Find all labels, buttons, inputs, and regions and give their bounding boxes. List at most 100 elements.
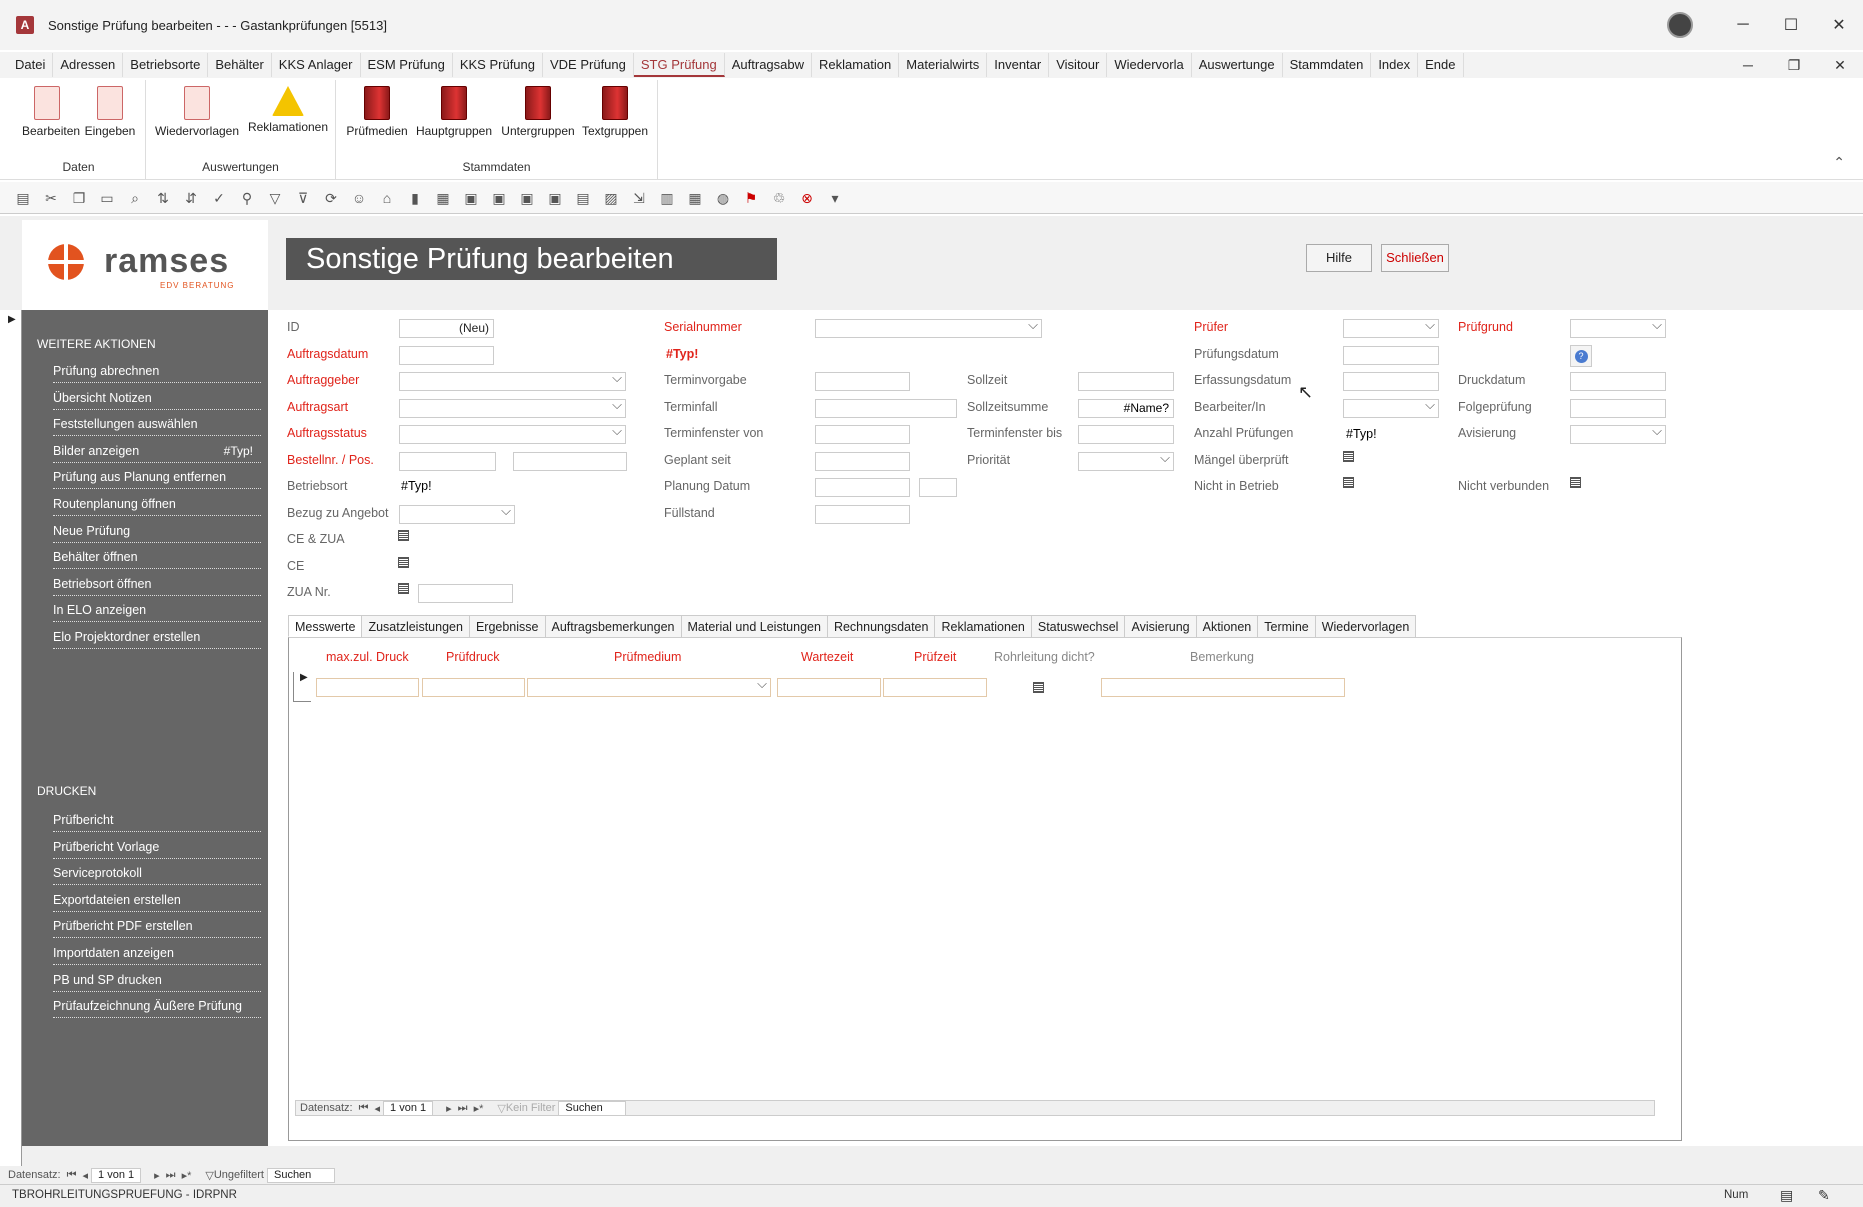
sidebar-print-6[interactable]: PB und SP drucken	[53, 970, 261, 992]
terminvorgabe-field[interactable]	[815, 372, 910, 391]
pruefdruck-cell[interactable]	[422, 678, 525, 697]
row-selector-icon[interactable]: ▶	[293, 672, 311, 702]
help-button[interactable]: ?	[1570, 345, 1592, 367]
tab-7[interactable]: Statuswechsel	[1030, 615, 1126, 637]
home-icon[interactable]: ⌂	[376, 189, 398, 207]
pruefungsdatum-field[interactable]	[1343, 346, 1439, 365]
menu-item-9[interactable]: Auftragsabw	[725, 53, 813, 77]
export-icon[interactable]: ⇲	[628, 189, 650, 207]
bestellnr-field[interactable]	[399, 452, 496, 471]
zua-checkbox[interactable]	[398, 583, 409, 594]
prev-record-icon[interactable]: ◂	[375, 1102, 381, 1115]
ce-zua-checkbox[interactable]	[398, 530, 409, 541]
sidebar-print-0[interactable]: Prüfbericht	[53, 810, 261, 832]
menu-item-3[interactable]: Behälter	[208, 53, 272, 77]
doc-minimize-icon[interactable]: ─	[1725, 57, 1771, 73]
close-icon[interactable]: ✕	[1815, 15, 1863, 35]
sollzeit-field[interactable]	[1078, 372, 1174, 391]
wiedervorlagen-button[interactable]: Wiedervorlagen	[154, 86, 240, 138]
record-position[interactable]: 1 von 1	[383, 1100, 434, 1116]
terminfenster-bis-field[interactable]	[1078, 425, 1174, 444]
sidebar-action-0[interactable]: Prüfung abrechnen	[53, 361, 261, 383]
menu-item-7[interactable]: VDE Prüfung	[543, 53, 634, 77]
sidebar-print-7[interactable]: Prüfaufzeichnung Äußere Prüfung	[53, 996, 261, 1019]
reklamationen-button[interactable]: Reklamationen	[246, 86, 330, 134]
tab-4[interactable]: Material und Leistungen	[680, 615, 828, 637]
auftragsdatum-field[interactable]	[399, 346, 494, 365]
menu-item-0[interactable]: Datei	[8, 53, 54, 77]
schliessen-button[interactable]: Schließen	[1381, 244, 1449, 272]
tab-9[interactable]: Aktionen	[1195, 615, 1259, 637]
menu-item-15[interactable]: Auswertunge	[1192, 53, 1283, 77]
sidebar-action-6[interactable]: Neue Prüfung	[53, 521, 261, 543]
nicht-verbunden-checkbox[interactable]	[1570, 477, 1581, 488]
sollzeitsumme-field[interactable]: #Name?	[1078, 399, 1174, 418]
filter-status[interactable]: Ungefiltert	[214, 1169, 264, 1181]
sidebar-action-10[interactable]: Elo Projektordner erstellen	[53, 627, 261, 649]
pruefgrund-select[interactable]	[1570, 317, 1666, 338]
hilfe-button[interactable]: Hilfe	[1306, 244, 1372, 272]
bearbeiter-select[interactable]	[1343, 397, 1439, 418]
tab-8[interactable]: Avisierung	[1124, 615, 1197, 637]
tab-11[interactable]: Wiedervorlagen	[1314, 615, 1417, 637]
image-icon[interactable]: ▨	[600, 189, 622, 207]
erfassungsdatum-field[interactable]	[1343, 372, 1439, 391]
wartezeit-cell[interactable]	[777, 678, 881, 697]
sidebar-action-1[interactable]: Übersicht Notizen	[53, 388, 261, 410]
cut-icon[interactable]: ✂	[40, 189, 62, 207]
auftragsstatus-select[interactable]	[399, 423, 626, 444]
prev-record-icon[interactable]: ◂	[83, 1169, 89, 1182]
sidebar-action-4[interactable]: Prüfung aus Planung entfernen	[53, 467, 261, 490]
bemerkung-cell[interactable]	[1101, 678, 1345, 697]
menu-item-13[interactable]: Visitour	[1049, 53, 1108, 77]
menu-item-17[interactable]: Index	[1371, 53, 1419, 77]
sidebar-print-5[interactable]: Importdaten anzeigen	[53, 943, 261, 965]
sort-asc-icon[interactable]: ⇅	[152, 189, 174, 207]
sidebar-action-5[interactable]: Routenplanung öffnen	[53, 494, 261, 516]
new-record-icon[interactable]: ▸*	[474, 1102, 484, 1115]
pruefer-select[interactable]	[1343, 317, 1439, 338]
menu-item-5[interactable]: ESM Prüfung	[361, 53, 453, 77]
pruefmedium-select[interactable]	[527, 676, 771, 697]
tab-1[interactable]: Zusatzleistungen	[361, 615, 470, 637]
filter-selection-icon[interactable]: ⚲	[236, 189, 258, 207]
menu-item-12[interactable]: Inventar	[987, 53, 1050, 77]
tab-6[interactable]: Reklamationen	[934, 615, 1032, 637]
untergruppen-button[interactable]: Untergruppen	[500, 86, 576, 138]
terminfenster-von-field[interactable]	[815, 425, 910, 444]
id-field[interactable]: (Neu)	[399, 319, 494, 338]
pruefzeit-cell[interactable]	[883, 678, 987, 697]
collapse-ribbon-icon[interactable]: ⌃	[1833, 154, 1845, 171]
save-icon[interactable]: ▤	[12, 189, 34, 207]
menu-item-11[interactable]: Materialwirts	[899, 53, 988, 77]
flag-icon[interactable]: ⚑	[740, 189, 762, 207]
sidebar-print-2[interactable]: Serviceprotokoll	[53, 863, 261, 886]
form-icon[interactable]: ▣	[488, 189, 510, 207]
minimize-icon[interactable]: ─	[1719, 16, 1767, 34]
sidebar-print-3[interactable]: Exportdateien erstellen	[53, 890, 261, 912]
last-record-icon[interactable]: ⏭	[458, 1102, 468, 1115]
sidebar-print-4[interactable]: Prüfbericht PDF erstellen	[53, 916, 261, 939]
refresh-icon[interactable]: ⟳	[320, 189, 342, 207]
auftraggeber-select[interactable]	[399, 370, 626, 391]
maximize-icon[interactable]: ☐	[1767, 15, 1815, 35]
menu-item-4[interactable]: KKS Anlager	[272, 53, 361, 77]
maengel-checkbox[interactable]	[1343, 451, 1354, 462]
textgruppen-button[interactable]: Textgruppen	[580, 86, 650, 138]
menu-item-8[interactable]: STG Prüfung	[633, 53, 725, 77]
form-icon[interactable]: ▣	[516, 189, 538, 207]
bearbeiten-button[interactable]: Bearbeiten	[22, 86, 80, 138]
hauptgruppen-button[interactable]: Hauptgruppen	[414, 86, 494, 138]
remove-filter-icon[interactable]: ⊽	[292, 189, 314, 207]
tab-10[interactable]: Termine	[1257, 615, 1316, 637]
druckdatum-field[interactable]	[1570, 372, 1666, 391]
nicht-betrieb-checkbox[interactable]	[1343, 477, 1354, 488]
doc-close-icon[interactable]: ✕	[1817, 57, 1863, 74]
rohrleitung-checkbox[interactable]	[1033, 682, 1044, 693]
sidebar-action-8[interactable]: Betriebsort öffnen	[53, 574, 261, 596]
zua-nr-field[interactable]	[418, 584, 513, 603]
ce-checkbox[interactable]	[398, 557, 409, 568]
first-record-icon[interactable]: ⏮	[67, 1169, 77, 1182]
cancel-icon[interactable]: ⊗	[796, 189, 818, 207]
menu-item-2[interactable]: Betriebsorte	[123, 53, 209, 77]
